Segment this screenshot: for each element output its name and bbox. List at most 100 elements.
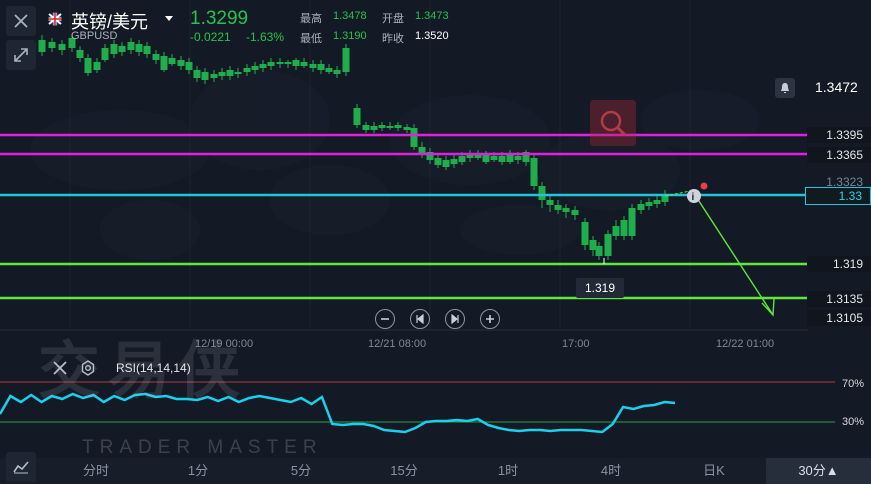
price-chart[interactable]: i <box>0 0 871 484</box>
timeframe-1h[interactable]: 1时 <box>482 458 534 484</box>
candle-body <box>259 64 267 68</box>
candle-body <box>284 62 292 64</box>
search-icon <box>600 110 627 137</box>
zoom-in-button[interactable] <box>480 309 500 329</box>
level-tag-7: 1.3105 <box>807 310 871 326</box>
candle-body <box>143 46 151 54</box>
candle-body <box>628 208 636 236</box>
map-shape <box>640 90 760 150</box>
time-label-2: 12/21 08:00 <box>368 338 427 350</box>
line-chart-icon <box>13 461 29 474</box>
map-shape <box>460 205 580 255</box>
plus-icon <box>486 315 494 323</box>
candle-body <box>276 62 284 64</box>
collapse-arrows-icon <box>14 48 28 62</box>
candle-body <box>490 156 498 160</box>
candle-body <box>386 126 394 128</box>
candle-body <box>226 70 234 76</box>
timeframe-4h[interactable]: 4时 <box>585 458 637 484</box>
timeframe-daily[interactable]: 日K <box>688 458 740 484</box>
candle-body <box>604 234 612 256</box>
candle-body <box>653 200 661 204</box>
candle-body <box>251 66 259 70</box>
map-shape <box>30 110 210 190</box>
candle-body <box>370 126 378 130</box>
scroll-left-button[interactable] <box>410 309 430 329</box>
zoom-out-button[interactable] <box>375 309 395 329</box>
candle-body <box>378 125 386 128</box>
candle-body <box>410 128 418 147</box>
candle-body <box>546 200 554 205</box>
open-value: 1.3473 <box>415 10 449 22</box>
high-label: 最高 <box>300 13 322 25</box>
candle-body <box>554 205 562 210</box>
candle-body <box>458 156 466 162</box>
timeframe-1m[interactable]: 1分 <box>172 458 224 484</box>
candle-body <box>394 125 402 128</box>
close-button[interactable] <box>6 6 36 36</box>
candle-body <box>201 72 209 80</box>
gear-icon[interactable] <box>80 360 96 376</box>
candle-body <box>300 62 308 66</box>
candle-body <box>530 158 538 186</box>
timeframe-bar <box>0 458 871 484</box>
alert-button[interactable] <box>775 78 795 98</box>
candle-body <box>160 56 168 70</box>
time-label-3: 17:00 <box>562 338 590 350</box>
price-change-pct: -1.63% <box>246 30 285 44</box>
symbol-code: GBPUSD <box>71 30 118 42</box>
candle-body <box>193 70 201 78</box>
candle-body <box>152 54 160 60</box>
candle-body <box>243 68 251 72</box>
timeframe-15m[interactable]: 15分 <box>378 458 430 484</box>
rsi-lower-label: 30% <box>842 416 865 428</box>
candle-body <box>353 108 361 125</box>
close-indicator-icon[interactable] <box>52 360 68 376</box>
candle-body <box>58 44 66 50</box>
candle-body <box>101 48 109 60</box>
shrink-button[interactable] <box>6 40 36 70</box>
candle-body <box>168 58 176 64</box>
candle-body <box>325 68 333 72</box>
candle-body <box>474 155 482 158</box>
bell-icon <box>781 83 789 93</box>
watermark-subtitle: TRADER MASTER <box>82 437 323 458</box>
candle-body <box>118 46 126 52</box>
candle-body <box>317 64 325 70</box>
map-shape <box>100 200 200 260</box>
zoom-overlay[interactable] <box>590 100 636 146</box>
red-dot-icon <box>700 182 708 190</box>
low-label: 最低 <box>300 33 322 45</box>
candle-body <box>292 60 300 66</box>
candle-body <box>581 222 589 245</box>
timeframe-30m-selected[interactable]: 30分▲ <box>766 458 871 484</box>
level-tag-1: 1.3395 <box>807 127 871 143</box>
candle-body <box>403 127 411 130</box>
candle-body <box>434 158 442 165</box>
candle-body <box>482 155 490 162</box>
candle-body <box>571 210 579 215</box>
level-tag-2: 1.3365 <box>807 147 871 163</box>
indicator-button[interactable] <box>6 452 36 482</box>
candle-body <box>127 42 135 50</box>
low-value: 1.3190 <box>333 30 367 42</box>
candle-body <box>620 220 628 236</box>
chevron-down-icon[interactable] <box>164 15 174 23</box>
candle-body <box>450 159 458 164</box>
open-label: 开盘 <box>382 13 404 25</box>
timeframe-tick[interactable]: 分时 <box>70 458 122 484</box>
last-price: 1.3299 <box>190 8 249 29</box>
candle-body <box>177 60 185 66</box>
candle-body <box>637 204 645 210</box>
info-glyph: i <box>692 192 695 203</box>
timeframe-5m[interactable]: 5分 <box>275 458 327 484</box>
scroll-right-button[interactable] <box>445 309 465 329</box>
candle-body <box>442 160 450 167</box>
candle-body <box>185 62 193 70</box>
price-change: -0.0221 <box>190 30 231 44</box>
candle-body <box>218 72 226 76</box>
prev-close-value: 1.3520 <box>415 30 449 42</box>
candle-body <box>362 125 370 130</box>
skip-left-icon <box>416 314 424 324</box>
candle-body <box>466 155 474 158</box>
